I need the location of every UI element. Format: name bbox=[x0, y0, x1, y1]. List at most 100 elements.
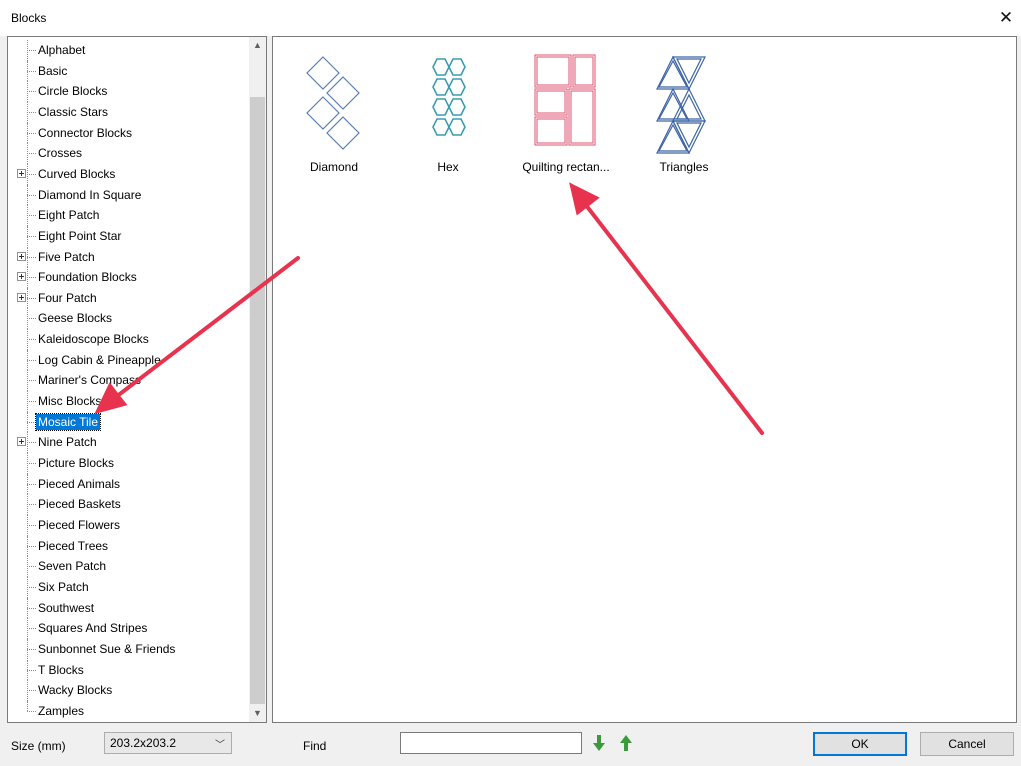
tree-item-label: Curved Blocks bbox=[38, 166, 116, 181]
tree-connector bbox=[27, 215, 36, 217]
block-quilting-rectangle[interactable]: Quilting rectan... bbox=[511, 45, 621, 185]
cancel-button[interactable]: Cancel bbox=[920, 732, 1014, 756]
tree-connector bbox=[27, 91, 36, 93]
tree-item[interactable]: Alphabet bbox=[8, 40, 248, 61]
tree-connector bbox=[27, 111, 36, 113]
tree-item[interactable]: T Blocks bbox=[8, 659, 248, 681]
tree-connector bbox=[27, 710, 36, 712]
find-prev-arrow-up-icon[interactable] bbox=[618, 734, 634, 752]
tree-item[interactable]: Six Patch bbox=[8, 576, 248, 598]
tree-item-label: Eight Patch bbox=[38, 208, 100, 223]
tree-item-label: Classic Stars bbox=[38, 104, 109, 119]
tree-item[interactable]: Foundation Blocks bbox=[8, 267, 248, 288]
tree-item[interactable]: Mosaic Tile bbox=[8, 411, 248, 433]
tree-connector bbox=[27, 690, 36, 692]
window-title: Blocks bbox=[11, 11, 47, 25]
tree-connector bbox=[27, 669, 36, 671]
tree-item[interactable]: Basic bbox=[8, 60, 248, 82]
size-label: Size (mm) bbox=[11, 739, 66, 753]
tree-item[interactable]: Zamples bbox=[8, 700, 248, 721]
tree-item[interactable]: Wacky Blocks bbox=[8, 680, 248, 701]
tree-item[interactable]: Four Patch bbox=[8, 287, 248, 309]
tree-item[interactable]: Crosses bbox=[8, 143, 248, 164]
tree-connector bbox=[27, 194, 36, 196]
tree-item[interactable]: Eight Patch bbox=[8, 205, 248, 226]
tree-item-label: Five Patch bbox=[38, 249, 95, 264]
size-dropdown[interactable]: 203.2x203.2 ﹀ bbox=[104, 732, 232, 754]
tree-item[interactable]: Kaleidoscope Blocks bbox=[8, 329, 248, 350]
scroll-up-icon[interactable]: ▲ bbox=[249, 37, 266, 54]
tree-item-label: Misc Blocks bbox=[38, 394, 102, 409]
tree-item-label: Pieced Animals bbox=[38, 476, 121, 491]
tree-connector bbox=[27, 648, 36, 650]
tree-line bbox=[27, 700, 28, 711]
tree-item[interactable]: Log Cabin & Pineapple bbox=[8, 349, 248, 371]
tree-connector bbox=[27, 70, 36, 72]
block-label: Diamond bbox=[309, 160, 359, 174]
tree-item-label: Seven Patch bbox=[38, 559, 107, 574]
category-tree[interactable]: Alphabet Basic Circle Blocks Classic Stars C… bbox=[7, 36, 267, 723]
hex-block-icon bbox=[432, 58, 466, 136]
tree-item[interactable]: Nine Patch bbox=[8, 432, 248, 453]
tree-item-label: Picture Blocks bbox=[38, 456, 115, 470]
tree-connector bbox=[27, 566, 36, 568]
expand-plus-icon[interactable] bbox=[17, 292, 26, 302]
tree-item-label: Alphabet bbox=[38, 43, 86, 57]
tree-connector bbox=[27, 339, 36, 341]
tree-item-label: Pieced Flowers bbox=[38, 517, 121, 532]
expand-plus-icon[interactable] bbox=[17, 251, 26, 261]
find-next-arrow-down-icon[interactable] bbox=[591, 734, 607, 752]
tree-item-label: Mosaic Tile bbox=[34, 412, 102, 431]
scroll-down-icon[interactable]: ▼ bbox=[249, 705, 266, 722]
tree-item-label: Foundation Blocks bbox=[38, 270, 137, 285]
scrollbar-thumb[interactable] bbox=[250, 97, 265, 704]
chevron-down-icon: ﹀ bbox=[215, 740, 225, 751]
tree-item[interactable]: Squares And Stripes bbox=[8, 618, 248, 639]
expand-plus-icon[interactable] bbox=[17, 272, 26, 282]
diamond-block-icon bbox=[306, 56, 360, 150]
tree-item-label: Six Patch bbox=[38, 579, 89, 594]
close-icon[interactable]: ✕ bbox=[995, 6, 1017, 30]
tree-item[interactable]: Picture Blocks bbox=[8, 453, 248, 474]
tree-connector bbox=[27, 586, 36, 588]
block-hex[interactable]: Hex bbox=[393, 45, 503, 185]
tree-connector bbox=[27, 607, 36, 609]
expand-plus-icon[interactable] bbox=[17, 437, 26, 447]
tree-connector bbox=[27, 442, 36, 444]
tree-item[interactable]: Pieced Trees bbox=[8, 535, 248, 557]
tree-item-label: Connector Blocks bbox=[38, 125, 133, 140]
tree-item[interactable]: Diamond In Square bbox=[8, 184, 248, 206]
tree-scrollbar[interactable]: ▲ ▼ bbox=[249, 37, 266, 722]
block-triangles[interactable]: Triangles bbox=[629, 45, 739, 185]
tree-item[interactable]: Circle Blocks bbox=[8, 81, 248, 102]
tree-item[interactable]: Seven Patch bbox=[8, 556, 248, 577]
tree-item[interactable]: Pieced Animals bbox=[8, 473, 248, 495]
block-label: Quilting rectan... bbox=[522, 160, 610, 174]
tree-item-label: Circle Blocks bbox=[38, 84, 108, 99]
tree-item[interactable]: Pieced Baskets bbox=[8, 494, 248, 515]
blocks-panel: Diamond Hex Quilting rectan... Triangles bbox=[272, 36, 1017, 723]
block-label: Hex bbox=[437, 160, 459, 174]
tree-item[interactable]: Mariner's Compass bbox=[8, 370, 248, 392]
expand-plus-icon[interactable] bbox=[17, 168, 26, 178]
tree-item[interactable]: Southwest bbox=[8, 597, 248, 619]
tree-item[interactable]: Misc Blocks bbox=[8, 391, 248, 412]
ok-button[interactable]: OK bbox=[813, 732, 907, 756]
tree-item[interactable]: Curved Blocks bbox=[8, 163, 248, 185]
tree-connector bbox=[27, 50, 36, 51]
tree-item[interactable]: Classic Stars bbox=[8, 101, 248, 123]
tree-item-label: Eight Point Star bbox=[38, 228, 122, 243]
tree-item-label: Crosses bbox=[38, 146, 83, 161]
tree-item[interactable]: Sunbonnet Sue & Friends bbox=[8, 638, 248, 660]
block-diamond[interactable]: Diamond bbox=[279, 45, 389, 185]
find-input[interactable] bbox=[400, 732, 582, 754]
tree-connector bbox=[27, 359, 36, 361]
tree-item[interactable]: Pieced Flowers bbox=[8, 514, 248, 536]
tree-item[interactable]: Five Patch bbox=[8, 246, 248, 268]
tree-item[interactable]: Connector Blocks bbox=[8, 122, 248, 144]
tree-item-label: Basic bbox=[38, 63, 68, 78]
tree-item[interactable]: Eight Point Star bbox=[8, 225, 248, 247]
tree-item[interactable]: Geese Blocks bbox=[8, 308, 248, 330]
tree-connector bbox=[27, 483, 36, 485]
bottom-bar: Size (mm) 203.2x203.2 ﹀ Find OK Cancel bbox=[0, 724, 1021, 766]
